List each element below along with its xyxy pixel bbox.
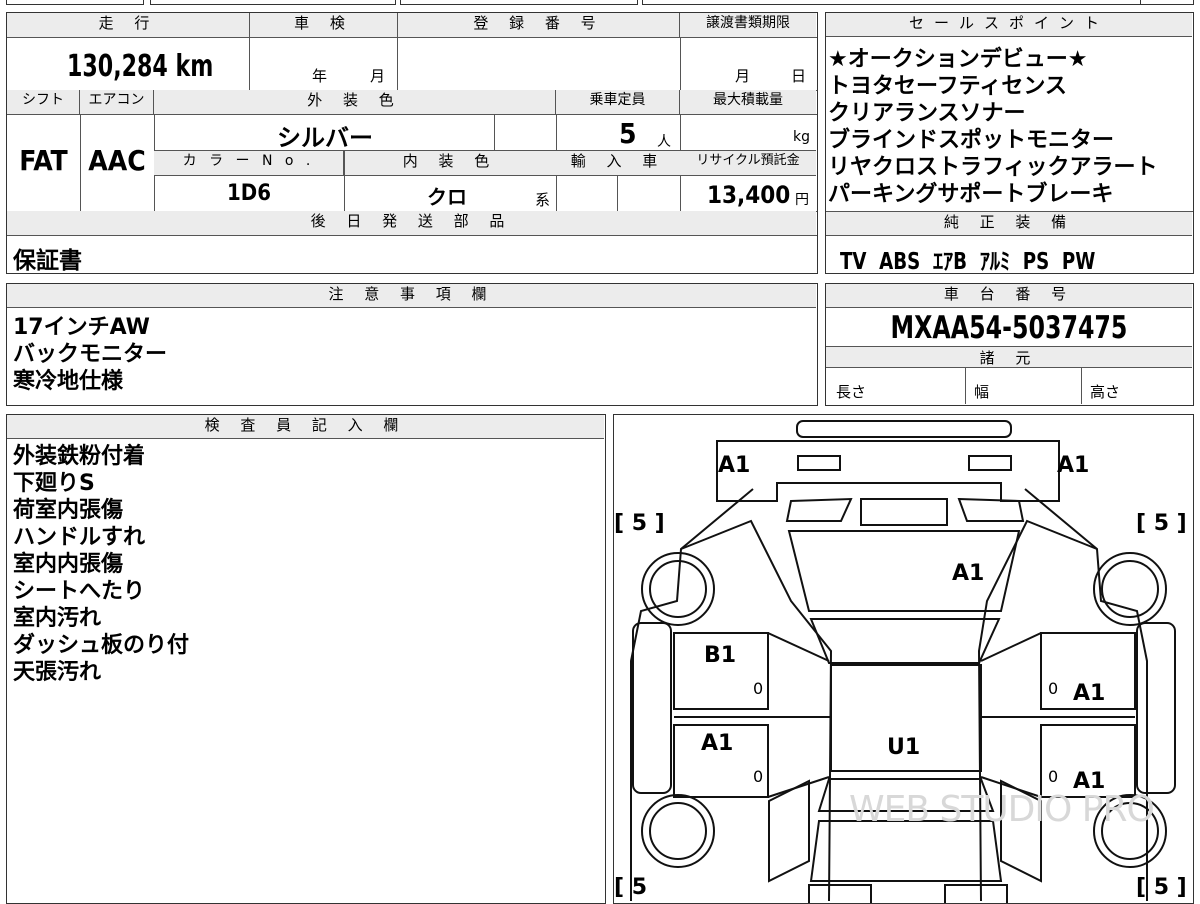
rear-door-left-grade: A1 xyxy=(701,731,734,756)
zero-marker: 0 xyxy=(1048,679,1059,698)
tire-front-right-grade: [ 5 ] xyxy=(1136,511,1187,536)
capacity-unit: 人 xyxy=(657,134,671,150)
front-bumper-shape xyxy=(796,420,1012,438)
windshield-shape xyxy=(809,618,1001,664)
front-left-grade: A1 xyxy=(718,453,751,478)
spec-width: 幅 xyxy=(974,383,990,401)
vent-right-shape xyxy=(957,497,1025,522)
rear-light-right-shape xyxy=(944,884,1008,903)
import-label: 輸 入 車 xyxy=(556,151,680,175)
inspector-item: 室内内張傷 xyxy=(13,552,124,577)
note-item: 17インチAW xyxy=(13,315,150,340)
watermark: WEB STUDIO PRO xyxy=(849,789,1155,830)
inspection-year: 年 xyxy=(312,67,328,85)
front-door-right-grade: A1 xyxy=(1073,681,1106,706)
shift-label: シフト xyxy=(7,90,80,114)
shift-value: FAT xyxy=(19,144,68,177)
spec-height: 高さ xyxy=(1090,383,1121,401)
recycle-unit: 円 xyxy=(795,192,809,208)
side-left-shape xyxy=(632,622,672,794)
vehicle-info-table: 走 行 車 検 登 録 番 号 譲渡書類期限 130,284 km 年 月 月 … xyxy=(6,12,818,274)
tire-front-right-shape xyxy=(1093,552,1167,626)
vent-left-shape xyxy=(785,497,853,522)
top-strip xyxy=(0,0,1200,6)
sales-point-item: クリアランスソナー xyxy=(828,101,1026,126)
spec-length: 長さ xyxy=(836,383,867,401)
chassis-panel: 車 台 番 号 MXAA54-5037475 諸 元 長さ 幅 高さ xyxy=(825,283,1194,406)
car-diagram-panel: [ 5 ] [ 5 ] [ 5 [ 5 ] A1 A1 A1 B1 A1 A1 … xyxy=(613,414,1194,904)
max-load-label: 最大積載量 xyxy=(680,90,816,114)
inspector-item: 室内汚れ xyxy=(13,606,102,631)
zero-marker: 0 xyxy=(753,679,764,698)
rear-light-left-shape xyxy=(808,884,872,903)
inspector-panel: 検 査 員 記 入 欄 外装鉄粉付着 下廻りS 荷室内張傷 ハンドルすれ 室内内… xyxy=(6,414,606,904)
equipment-label: 純 正 装 備 xyxy=(826,212,1192,236)
vent-center-shape xyxy=(860,498,948,526)
notes-panel: 注 意 事 項 欄 17インチAW バックモニター 寒冷地仕様 xyxy=(6,283,818,406)
registration-label: 登 録 番 号 xyxy=(398,13,680,37)
inspector-item: 天張汚れ xyxy=(13,660,102,685)
hood-shape xyxy=(787,530,1021,612)
inspector-item: ハンドルすれ xyxy=(13,525,146,550)
tire-rear-left-grade: [ 5 xyxy=(614,875,648,900)
max-load-unit: kg xyxy=(793,129,810,145)
inspector-item: 荷室内張傷 xyxy=(13,498,124,523)
inspection-label: 車 検 xyxy=(250,13,398,37)
headlight-right-shape xyxy=(968,455,1012,471)
recycle-fee-value: 13,400 xyxy=(707,181,791,209)
sales-point-item: トヨタセーフティセンス xyxy=(828,74,1067,99)
later-parts-value: 保証書 xyxy=(13,248,82,274)
chassis-number: MXAA54-5037475 xyxy=(890,310,1128,346)
tire-rear-left-shape xyxy=(641,794,715,868)
zero-marker: 0 xyxy=(1048,767,1059,786)
sales-point-item: ★オークションデビュー★ xyxy=(828,47,1088,72)
mileage-value: 130,284 km xyxy=(67,49,214,84)
color-no-value: 1D6 xyxy=(227,181,271,206)
roof-grade: U1 xyxy=(887,735,921,760)
later-parts-label: 後 日 発 送 部 品 xyxy=(7,211,816,235)
sales-point-item: パーキングサポートブレーキ xyxy=(828,182,1114,207)
note-item: 寒冷地仕様 xyxy=(13,369,124,394)
interior-color-label: 内 装 色 xyxy=(344,151,556,175)
inspector-item: 下廻りS xyxy=(13,471,95,496)
inspector-label: 検 査 員 記 入 欄 xyxy=(7,415,604,439)
body-left-outline xyxy=(630,488,754,901)
inspector-item: 外装鉄粉付着 xyxy=(13,444,146,469)
transfer-month: 月 xyxy=(735,67,751,85)
inspection-month: 月 xyxy=(370,67,386,85)
notes-label: 注 意 事 項 欄 xyxy=(7,284,816,308)
note-item: バックモニター xyxy=(13,342,168,367)
exterior-color-value: シルバー xyxy=(277,124,373,152)
hood-grade: A1 xyxy=(952,561,985,586)
mileage-label: 走 行 xyxy=(7,13,250,37)
tire-front-left-grade: [ 5 ] xyxy=(614,511,665,536)
capacity-label: 乗車定員 xyxy=(556,90,680,114)
sales-point-item: リヤクロストラフィックアラート xyxy=(828,155,1158,180)
specs-label: 諸 元 xyxy=(826,346,1192,368)
equipment-value: TV ABS ｴｱB ｱﾙﾐ PS PW xyxy=(840,249,1096,275)
sales-points-label: セールスポイント xyxy=(826,13,1192,37)
sales-points-panel: セールスポイント ★オークションデビュー★ トヨタセーフティセンス クリアランス… xyxy=(825,12,1194,275)
color-no-label: カ ラ ー N o . xyxy=(154,151,344,175)
transfer-deadline-label: 譲渡書類期限 xyxy=(680,13,816,37)
inspector-item: ダッシュ板のり付 xyxy=(13,633,190,658)
inspector-item: シートへたり xyxy=(13,579,146,604)
capacity-value: 5 xyxy=(619,117,637,150)
sales-point-item: ブラインドスポットモニター xyxy=(828,128,1115,153)
interior-suffix: 系 xyxy=(535,191,551,209)
exterior-color-label: 外 装 色 xyxy=(154,90,556,114)
zero-marker: 0 xyxy=(753,767,764,786)
headlight-left-shape xyxy=(797,455,841,471)
tire-rear-right-grade: [ 5 ] xyxy=(1136,875,1187,900)
trunk-shape xyxy=(809,820,1003,882)
transfer-day: 日 xyxy=(791,67,807,85)
front-door-left-grade: B1 xyxy=(704,643,737,668)
side-right-shape xyxy=(1136,622,1176,794)
interior-color-value: クロ xyxy=(427,185,467,209)
aircon-value: AAC xyxy=(88,144,146,177)
front-right-grade: A1 xyxy=(1057,453,1090,478)
aircon-label: エアコン xyxy=(80,90,154,114)
recycle-label: リサイクル預託金 xyxy=(680,151,816,175)
chassis-label: 車 台 番 号 xyxy=(826,284,1192,308)
